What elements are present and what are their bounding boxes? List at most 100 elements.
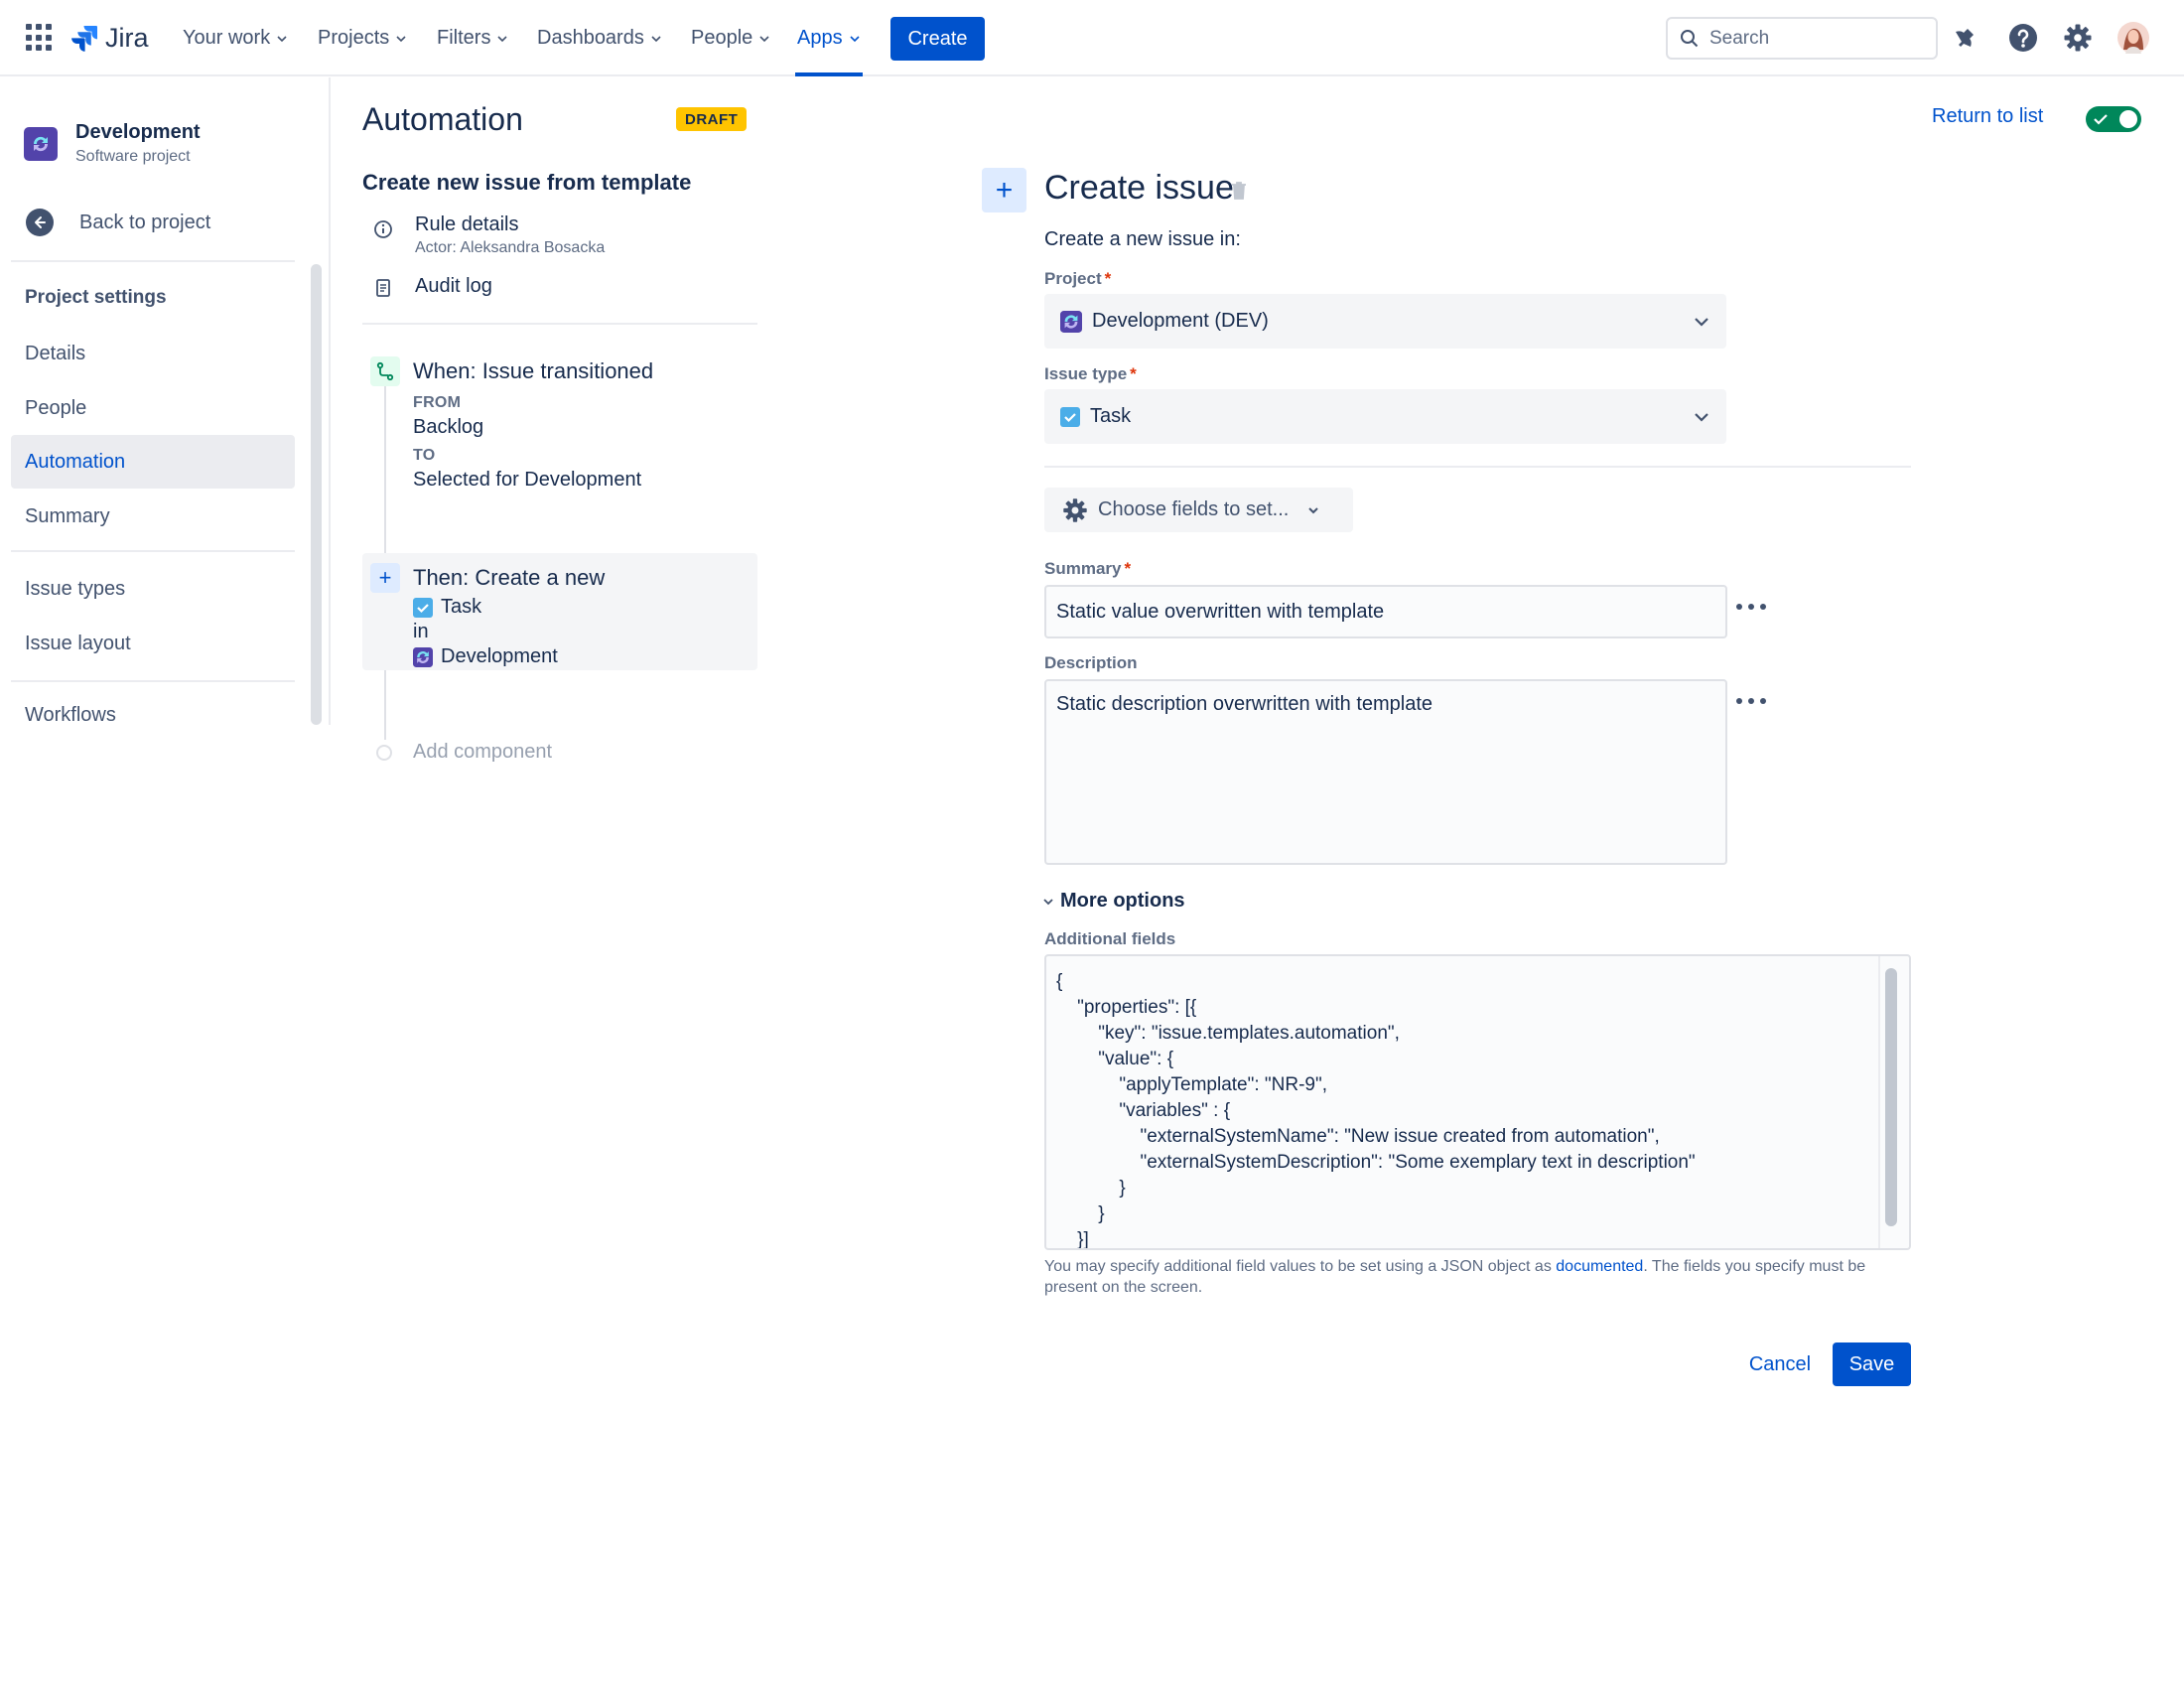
sidebar-scrollbar[interactable] [311,264,322,725]
chevron-down-icon [850,35,860,42]
nav-people[interactable]: People [691,0,770,76]
sidebar-divider [11,550,295,552]
check-icon [2094,114,2108,125]
sidebar-item-label: People [25,396,87,419]
documented-link[interactable]: documented [1556,1258,1643,1275]
audit-log-link[interactable]: Audit log [373,275,492,298]
sidebar-item-workflows[interactable]: Workflows [11,698,295,725]
sidebar-heading: Project settings [25,287,167,308]
chevron-down-icon [277,35,287,42]
back-to-project-label: Back to project [79,211,211,233]
form-subtitle: Create a new issue in: [1044,228,1241,250]
nav-projects[interactable]: Projects [318,0,407,76]
nav-label: Dashboards [537,27,644,49]
settings-button[interactable] [2062,22,2094,54]
sidebar-divider [11,680,295,682]
notification-icon [1956,29,1974,47]
jira-logo[interactable]: Jira [69,20,149,56]
save-button[interactable]: Save [1833,1342,1911,1386]
project-field-label: Project * [1044,269,1111,289]
add-component-button[interactable]: Add component [376,741,552,764]
additional-fields-editor[interactable]: { "properties": [{ "key": "issue.templat… [1044,954,1911,1250]
trigger-from-value: Backlog [413,416,484,438]
arrow-left-icon [26,209,54,236]
summary-more-button[interactable] [1736,597,1766,617]
nav-apps[interactable]: Apps [795,0,863,76]
avatar[interactable] [2117,22,2149,54]
gear-icon [1063,497,1087,522]
description-more-button[interactable] [1736,691,1766,711]
description-textarea[interactable]: Static description overwritten with temp… [1044,679,1727,865]
issue-type-select[interactable]: Task [1044,389,1726,444]
project-avatar-icon [24,126,58,161]
summary-input[interactable] [1044,585,1727,638]
sidebar-item-summary[interactable]: Summary [11,490,295,543]
dot [1736,604,1742,610]
sidebar-item-automation[interactable]: Automation [11,435,295,489]
help-button[interactable] [2007,22,2039,54]
more-options-toggle[interactable]: More options [1042,890,1185,913]
back-to-project-link[interactable]: Back to project [26,209,210,236]
form-divider [1044,466,1911,468]
sidebar-item-label: Issue types [25,577,126,600]
sidebar-item-issue-layout[interactable]: Issue layout [11,617,295,670]
jira-logo-text: Jira [105,22,149,53]
sidebar-item-details[interactable]: Details [11,327,295,380]
trigger-title: When: Issue transitioned [413,358,654,383]
search-box[interactable] [1666,17,1938,60]
trigger-component[interactable]: When: Issue transitioned FROM Backlog TO… [413,358,653,492]
page-title: Automation [362,101,523,137]
plus-icon: + [982,168,1026,212]
choose-fields-button[interactable]: Choose fields to set... [1044,488,1353,532]
project-select[interactable]: Development (DEV) [1044,294,1726,349]
info-icon [374,220,392,238]
action-component[interactable]: + Then: Create a new Task in Development [362,553,757,670]
return-to-list-link[interactable]: Return to list [1932,105,2043,128]
additional-fields-json: { "properties": [{ "key": "issue.templat… [1056,971,1696,1250]
chevron-down-icon [497,35,508,42]
nav-filters[interactable]: Filters [437,0,508,76]
action-issue-type: Task [441,596,482,618]
status-badge: DRAFT [676,107,748,131]
sidebar-item-label: Issue layout [25,632,131,654]
project-header[interactable]: Development Software project [24,121,201,166]
field-label-text: Issue type [1044,364,1128,383]
issue-type-select-value: Task [1090,405,1132,427]
task-icon [1060,406,1080,427]
editor-scrollbar[interactable] [1885,968,1897,1226]
field-label-text: Summary [1044,559,1122,578]
cancel-button[interactable]: Cancel [1739,1342,1821,1386]
rule-enabled-toggle[interactable] [2086,106,2141,132]
toggle-knob [2119,110,2137,128]
dot [1736,698,1742,704]
plus-icon: + [370,563,400,593]
sidebar-item-people[interactable]: People [11,381,295,435]
task-icon [413,597,433,618]
search-input[interactable] [1709,27,1908,50]
trash-icon[interactable] [1231,181,1247,201]
chevron-down-icon [651,35,661,42]
nav-your-work[interactable]: Your work [183,0,288,76]
action-connector: in [413,621,429,642]
search-icon [1681,29,1699,47]
rule-actor: Actor: Aleksandra Bosacka [415,239,606,256]
rule-details-link[interactable]: Rule details Actor: Aleksandra Bosacka [373,213,605,257]
document-icon [376,279,390,297]
notification-button[interactable] [1952,22,1983,54]
audit-log-label: Audit log [415,275,492,297]
add-component-label: Add component [413,741,553,763]
sidebar-item-issue-types[interactable]: Issue types [11,562,295,616]
chevron-down-icon [1695,413,1708,422]
create-button[interactable]: Create [890,17,985,61]
nav-dashboards[interactable]: Dashboards [537,0,662,76]
more-options-label: More options [1060,890,1185,912]
sidebar-item-label: Details [25,342,86,364]
project-avatar-icon [413,646,433,667]
additional-fields-help: You may specify additional field values … [1044,1256,1918,1298]
dot [1760,604,1766,610]
app-switcher-icon[interactable] [26,24,54,52]
summary-field-label: Summary * [1044,559,1131,579]
project-type: Software project [75,148,191,165]
transition-icon [370,356,400,386]
trigger-to-value: Selected for Development [413,469,642,491]
